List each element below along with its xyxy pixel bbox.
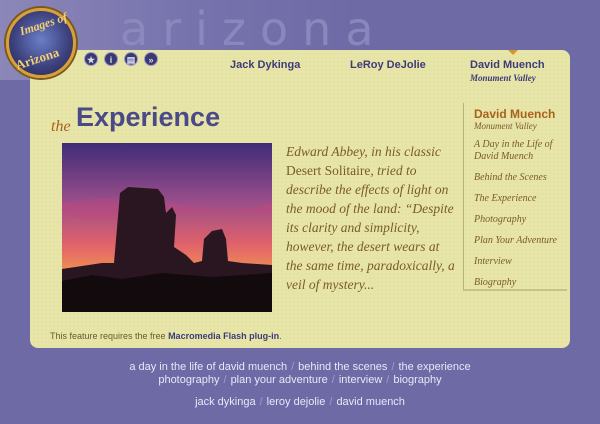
nav-david-muench[interactable]: David Muench [470, 59, 545, 71]
utility-icons: ★ i ▤ » [84, 52, 158, 66]
footer-link-interview[interactable]: interview [339, 374, 382, 386]
book-icon[interactable]: ▤ [124, 52, 138, 66]
sidebar-item-plan-adventure[interactable]: Plan Your Adventure [474, 235, 567, 247]
footer-link-experience[interactable]: the experience [399, 361, 471, 373]
footer-link-leroy-dejolie[interactable]: leroy dejolie [267, 396, 326, 408]
footer-link-biography[interactable]: biography [393, 374, 441, 386]
footer-separator: / [386, 374, 390, 386]
footer-separator: / [331, 374, 335, 386]
sidebar-item-experience[interactable]: The Experience [474, 193, 567, 205]
footer-link-plan-adventure[interactable]: plan your adventure [231, 374, 328, 386]
nav-active-subtitle: Monument Valley [470, 73, 536, 83]
sidebar-item-day-in-life[interactable]: A Day in the Life of David Muench [474, 139, 567, 163]
sidebar-item-interview[interactable]: Interview [474, 256, 567, 268]
sidebar-item-behind-scenes[interactable]: Behind the Scenes [474, 172, 567, 184]
background-word: arizona [120, 2, 388, 56]
sidebar-menu: David Muench Monument Valley A Day in th… [463, 103, 567, 291]
footer-separator: / [329, 396, 333, 408]
footer-link-behind-scenes[interactable]: behind the scenes [298, 361, 387, 373]
footer-links-row-2: photography / plan your adventure / intervie… [0, 374, 600, 386]
monument-valley-photo [62, 143, 272, 312]
star-icon[interactable]: ★ [84, 52, 98, 66]
sidebar-photographer-name: David Muench [474, 107, 556, 121]
page-title-prefix: the [51, 118, 71, 135]
flash-notice-end: . [279, 331, 282, 341]
forward-icon[interactable]: » [144, 52, 158, 66]
logo-top-text: Images of [17, 9, 69, 39]
footer-separator: / [223, 374, 227, 386]
quote-text: Edward Abbey, in his classic Desert Soli… [286, 142, 456, 294]
footer-links-row-1: a day in the life of david muench / behind… [0, 361, 600, 373]
site-logo[interactable]: Images of Arizona [6, 8, 76, 78]
nav-leroy-dejolie[interactable]: LeRoy DeJolie [350, 59, 426, 71]
sidebar-item-photography[interactable]: Photography [474, 214, 567, 226]
footer-photographers-row: jack dykinga / leroy dejolie / david muench [0, 396, 600, 408]
logo-bottom-text: Arizona [13, 44, 61, 73]
page-title: Experience [76, 102, 221, 132]
footer-separator: / [291, 361, 295, 373]
info-icon[interactable]: i [104, 52, 118, 66]
quote-book-title: Desert Solitaire [286, 163, 371, 178]
flash-plugin-link[interactable]: Macromedia Flash plug-in [168, 331, 279, 341]
quote-part-2: , tried to describe the effects of light… [286, 163, 455, 292]
sidebar-location: Monument Valley [474, 121, 537, 131]
flash-notice-text: This feature requires the free [50, 331, 169, 341]
footer-separator: / [391, 361, 395, 373]
nav-jack-dykinga[interactable]: Jack Dykinga [230, 59, 300, 71]
sidebar-item-biography[interactable]: Biography [474, 277, 567, 289]
flash-notice: This feature requires the free Macromedi… [50, 331, 282, 341]
footer-separator: / [259, 396, 263, 408]
active-nav-marker [508, 50, 518, 55]
footer-link-day-in-life[interactable]: a day in the life of david muench [129, 361, 287, 373]
footer-link-david-muench[interactable]: david muench [336, 396, 405, 408]
quote-part-1: Edward Abbey, in his classic [286, 144, 441, 159]
footer-link-photography[interactable]: photography [158, 374, 219, 386]
footer-link-jack-dykinga[interactable]: jack dykinga [195, 396, 256, 408]
